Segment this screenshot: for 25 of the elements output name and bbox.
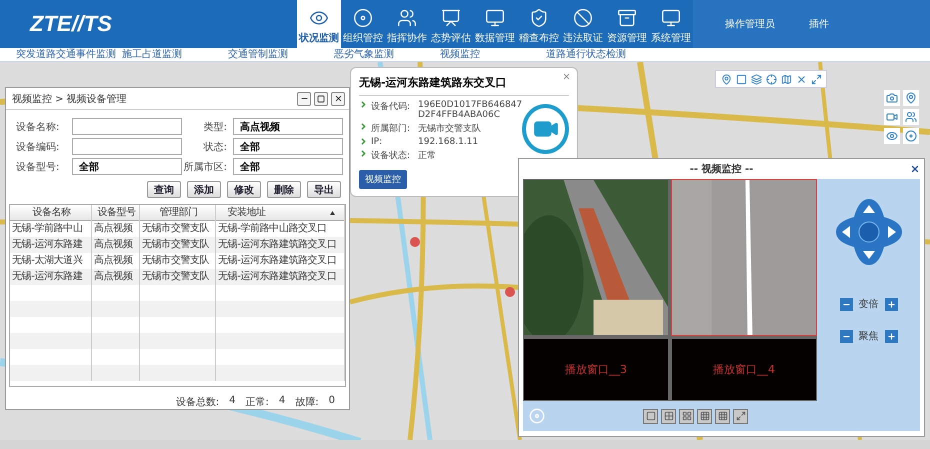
nav-tab[interactable]: 指挥协作 [385,0,429,48]
nav-tab[interactable]: 状况监测 [297,0,341,48]
nav-tab[interactable]: 资源管理 [605,0,649,48]
nav-tab[interactable]: 数据管理 [473,0,517,48]
user-name[interactable]: 操作管理员 [725,17,775,31]
nav-tab[interactable]: 违法取证 [561,0,605,48]
subnav-link[interactable]: 突发道路交通事件监测 [16,48,122,61]
subnav-link[interactable]: 恶劣气象监测 [334,48,440,61]
safe-icon [617,8,637,28]
nav-tab[interactable]: 稽查布控 [517,0,561,48]
prohibited-icon [573,8,593,28]
monitor-icon [485,8,505,28]
subnav-link[interactable]: 交通管制监测 [228,48,334,61]
subnav-link[interactable]: 道路通行状态检测 [546,48,652,61]
chart-board-icon [441,8,461,28]
plugin-link[interactable]: 插件 [809,17,829,31]
logo: ZTE//TS [30,11,112,37]
nav-tab[interactable]: 系统管理 [649,0,693,48]
people-icon [397,8,417,28]
subnav-link[interactable]: 施工占道监测 [122,48,228,61]
subnav-link[interactable]: 视频监控 [440,48,546,61]
nav-tab[interactable]: 态势评估 [429,0,473,48]
nav-tab[interactable]: 组织管控 [341,0,385,48]
monitor-icon [661,8,681,28]
shield-icon [529,8,549,28]
